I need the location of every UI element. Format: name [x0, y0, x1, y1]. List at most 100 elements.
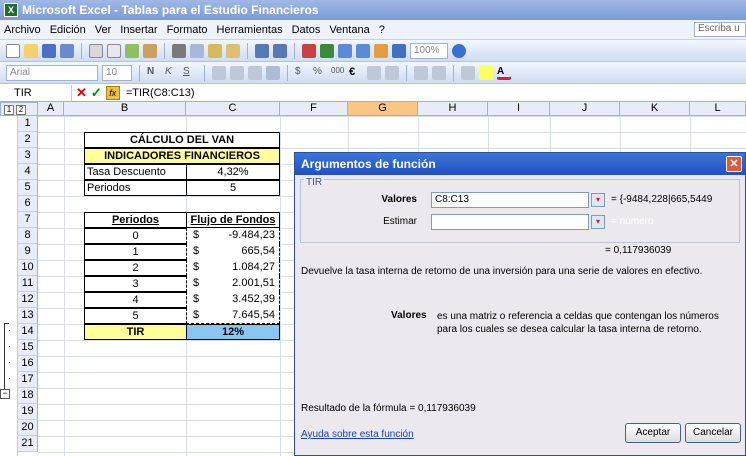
col-header-l[interactable]: L: [690, 102, 746, 116]
font-color-icon[interactable]: A: [497, 66, 511, 80]
row-header[interactable]: 20: [18, 420, 38, 436]
increase-decimal-icon[interactable]: [367, 65, 381, 80]
bold-icon[interactable]: N: [147, 66, 161, 80]
thousands-icon[interactable]: 000: [331, 66, 345, 80]
sort-desc-icon[interactable]: [356, 43, 370, 58]
periodos-value[interactable]: 5: [186, 180, 280, 196]
periodo-cell[interactable]: 1: [84, 244, 187, 260]
dialog-title-bar[interactable]: Argumentos de función ✕: [295, 153, 745, 175]
italic-icon[interactable]: K: [165, 66, 179, 80]
close-icon[interactable]: ✕: [726, 156, 742, 172]
flujo-cell[interactable]: $3.452,39: [186, 292, 280, 308]
formula-input[interactable]: =TIR(C8:C13): [124, 87, 195, 99]
outline-level-2[interactable]: 2: [16, 105, 26, 115]
estimar-input[interactable]: [431, 214, 589, 230]
tasa-label[interactable]: Tasa Descuento: [84, 164, 187, 180]
periodo-cell[interactable]: 0: [84, 228, 187, 244]
col-header-i[interactable]: I: [488, 102, 550, 116]
row-header[interactable]: 17: [18, 372, 38, 388]
periodos-label[interactable]: Periodos: [84, 180, 187, 196]
undo-icon[interactable]: [255, 43, 269, 58]
outline-collapse-button[interactable]: −: [0, 389, 10, 399]
open-icon[interactable]: [24, 43, 38, 58]
title-indicadores[interactable]: INDICADORES FINANCIEROS: [84, 148, 280, 164]
decrease-indent-icon[interactable]: [414, 65, 428, 80]
row-header[interactable]: 14: [18, 324, 38, 340]
col-header-g[interactable]: G: [348, 102, 418, 116]
help-question-input[interactable]: Escriba u: [694, 22, 746, 37]
row-header[interactable]: 1: [18, 116, 38, 132]
row-header[interactable]: 5: [18, 180, 38, 196]
periodo-cell[interactable]: 5: [84, 308, 187, 324]
valores-input[interactable]: C8:C13: [431, 192, 589, 208]
increase-indent-icon[interactable]: [432, 65, 446, 80]
redo-icon[interactable]: [273, 43, 287, 58]
font-combo[interactable]: Arial: [6, 64, 98, 81]
row-header[interactable]: 15: [18, 340, 38, 356]
title-van[interactable]: CÁLCULO DEL VAN: [84, 132, 280, 148]
print-icon[interactable]: [89, 43, 103, 58]
currency-icon[interactable]: $: [295, 66, 309, 80]
flujo-cell[interactable]: $ -9.484,23: [186, 228, 280, 244]
format-painter-icon[interactable]: [226, 43, 240, 58]
collapse-dialog-icon[interactable]: ▾: [591, 215, 605, 229]
select-all-corner[interactable]: 1 2: [0, 102, 38, 116]
enter-formula-icon[interactable]: ✓: [91, 85, 102, 101]
collapse-dialog-icon[interactable]: ▾: [591, 193, 605, 207]
percent-icon[interactable]: %: [313, 66, 327, 80]
hyperlink-icon[interactable]: [302, 43, 316, 58]
menu-datos[interactable]: Datos: [292, 24, 321, 36]
fill-color-icon[interactable]: [479, 65, 493, 80]
permission-icon[interactable]: [60, 43, 74, 58]
menu-archivo[interactable]: Archivo: [4, 24, 41, 36]
col-header-b[interactable]: B: [64, 102, 186, 116]
align-center-icon[interactable]: [230, 65, 244, 80]
align-left-icon[interactable]: [212, 65, 226, 80]
row-header[interactable]: 16: [18, 356, 38, 372]
row-header[interactable]: 7: [18, 212, 38, 228]
zoom-combo[interactable]: 100%: [410, 42, 448, 59]
col-periodos-header[interactable]: Periodos: [84, 212, 187, 228]
row-header[interactable]: 6: [18, 196, 38, 212]
flujo-cell[interactable]: $7.645,54: [186, 308, 280, 324]
col-header-c[interactable]: C: [186, 102, 280, 116]
help-link[interactable]: Ayuda sobre esta función: [301, 429, 414, 440]
spelling-icon[interactable]: [125, 43, 139, 58]
decrease-decimal-icon[interactable]: [385, 65, 399, 80]
col-header-j[interactable]: J: [550, 102, 620, 116]
cut-icon[interactable]: [172, 43, 186, 58]
borders-icon[interactable]: [461, 65, 475, 80]
row-header[interactable]: 12: [18, 292, 38, 308]
periodo-cell[interactable]: 2: [84, 260, 187, 276]
periodo-cell[interactable]: 4: [84, 292, 187, 308]
print-preview-icon[interactable]: [107, 43, 121, 58]
menu-ventana[interactable]: Ventana: [329, 24, 369, 36]
flujo-cell[interactable]: $1.084,27: [186, 260, 280, 276]
row-header[interactable]: 11: [18, 276, 38, 292]
row-header[interactable]: 8: [18, 228, 38, 244]
row-header[interactable]: 4: [18, 164, 38, 180]
tir-value-cell[interactable]: 12%: [186, 324, 280, 340]
flujo-cell[interactable]: $2.001,51: [186, 276, 280, 292]
cancel-button[interactable]: Cancelar: [685, 423, 741, 443]
new-icon[interactable]: [6, 43, 20, 58]
col-header-a[interactable]: A: [38, 102, 64, 116]
copy-icon[interactable]: [190, 43, 204, 58]
outline-level-1[interactable]: 1: [4, 105, 14, 115]
ok-button[interactable]: Aceptar: [625, 423, 681, 443]
periodo-cell[interactable]: 3: [84, 276, 187, 292]
row-header[interactable]: 19: [18, 404, 38, 420]
row-header[interactable]: 21: [18, 436, 38, 452]
col-header-k[interactable]: K: [620, 102, 690, 116]
col-header-f[interactable]: F: [280, 102, 348, 116]
row-header[interactable]: 3: [18, 148, 38, 164]
paste-icon[interactable]: [208, 43, 222, 58]
euro-icon[interactable]: €: [349, 66, 363, 80]
menu-herramientas[interactable]: Herramientas: [217, 24, 283, 36]
cancel-formula-icon[interactable]: ✕: [76, 85, 87, 101]
menu-insertar[interactable]: Insertar: [120, 24, 157, 36]
insert-function-icon[interactable]: fx: [105, 85, 120, 100]
name-box[interactable]: TIR: [0, 84, 72, 101]
underline-icon[interactable]: S: [183, 66, 197, 80]
row-header[interactable]: 10: [18, 260, 38, 276]
